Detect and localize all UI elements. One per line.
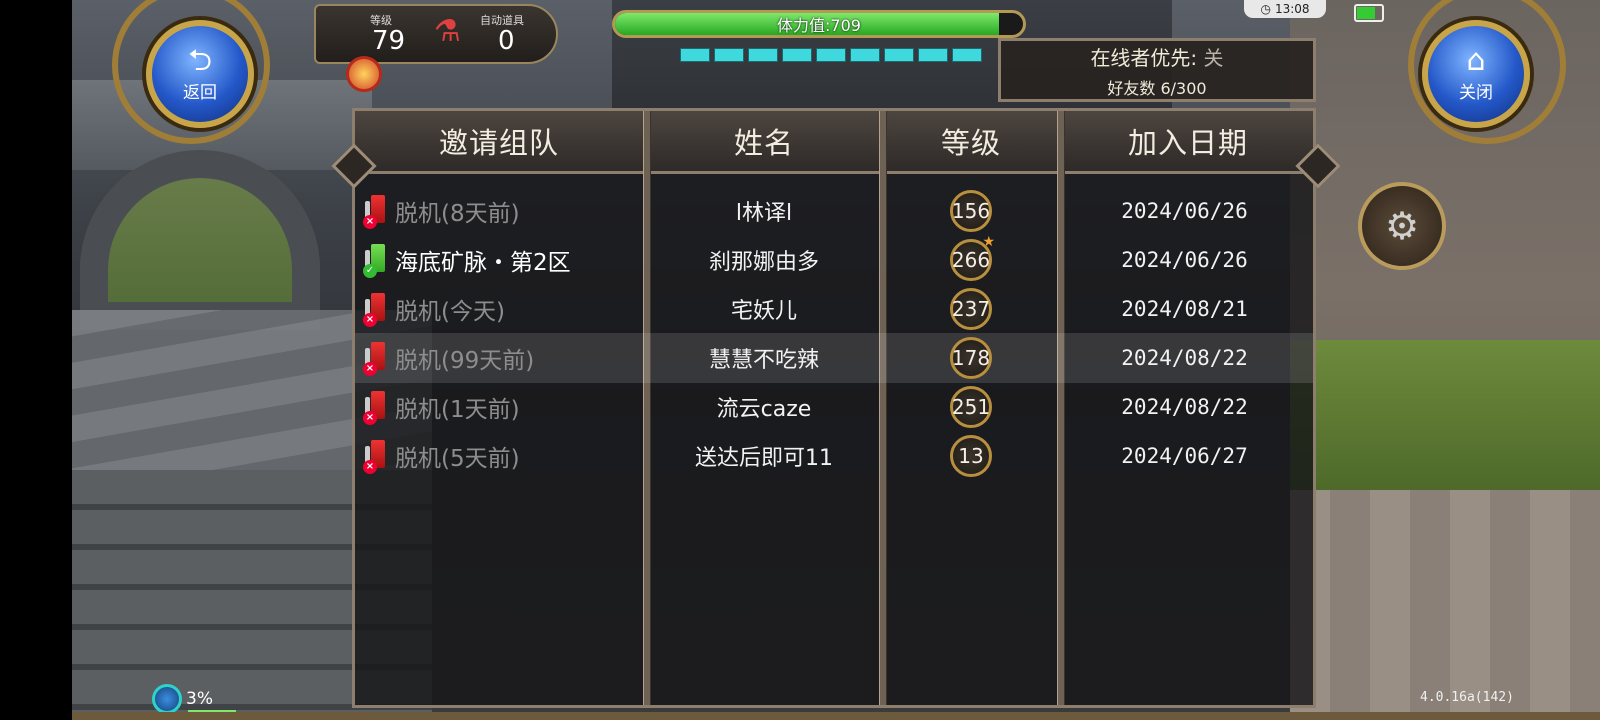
scene-archway <box>80 150 320 330</box>
level-panel: 等级 79 ⚗ 自动道具 0 <box>314 4 558 64</box>
scene-ledge <box>1290 490 1600 720</box>
table-row[interactable]: × 脱机(1天前) 流云caze 251 2024/08/22 <box>355 382 1313 432</box>
battery-icon <box>1354 4 1384 22</box>
row-join-date: 2024/06/27 <box>1121 444 1248 468</box>
row-status-cell[interactable]: × 脱机(今天) <box>363 284 643 334</box>
friend-count: 好友数 6/300 <box>1107 78 1207 98</box>
offline-phone-icon: × <box>363 389 391 425</box>
header-name[interactable]: 姓名 <box>649 111 879 171</box>
row-name[interactable]: 流云caze <box>650 382 878 432</box>
potion-icon: ⚗ <box>434 14 461 49</box>
row-status-cell[interactable]: × 脱机(99天前) <box>363 333 643 383</box>
row-status-cell[interactable]: × 脱机(5天前) <box>363 431 643 481</box>
version-text: 4.0.16a(142) <box>1420 690 1514 705</box>
level-badge: 251 <box>950 386 992 428</box>
network-icon <box>152 684 182 714</box>
row-status-text: 脱机(1天前) <box>395 397 520 423</box>
row-level: 178 <box>951 346 991 370</box>
online-priority-toggle[interactable]: 在线者优先: 关 <box>1090 42 1223 71</box>
energy-segment-bar <box>680 48 982 62</box>
friend-list-dialog: 邀请组队 姓名 等级 加入日期 × 脱机(8天前) l林译l 156 2024/06/2… <box>352 108 1316 708</box>
star-icon: ★ <box>982 234 995 250</box>
level-badge: 13 <box>950 435 992 477</box>
header-invite-party[interactable]: 邀请组队 <box>355 111 643 171</box>
row-status-text: 脱机(8天前) <box>395 201 520 227</box>
network-percent: 3% <box>186 689 213 709</box>
row-join-date: 2024/08/22 <box>1121 395 1248 419</box>
offline-phone-icon: × <box>363 340 391 376</box>
clock-text: 13:08 <box>1274 2 1310 16</box>
online-priority-label: 在线者优先: <box>1090 45 1198 70</box>
stamina-bar: 体力值:709 <box>612 10 1026 38</box>
return-arrow-icon: ⮌ <box>187 42 213 78</box>
row-join-date: 2024/08/21 <box>1121 297 1248 321</box>
level-badge: 266 ★ <box>950 234 995 281</box>
stamina-text: 体力值:709 <box>777 16 861 35</box>
row-level-cell: 178 <box>886 333 1056 383</box>
medal-icon[interactable] <box>346 56 382 92</box>
online-priority-panel[interactable]: 在线者优先: 关 好友数 6/300 <box>998 38 1316 102</box>
row-level: 156 <box>951 199 991 223</box>
settings-button[interactable]: ⚙ <box>1358 182 1446 270</box>
bottom-border <box>72 712 1600 720</box>
row-join-date: 2024/08/22 <box>1121 346 1248 370</box>
header-level[interactable]: 等级 <box>885 111 1057 171</box>
table-header: 邀请组队 姓名 等级 加入日期 <box>355 111 1313 174</box>
row-level-cell: 237 <box>886 284 1056 334</box>
row-join-date: 2024/06/26 <box>1121 199 1248 223</box>
row-status-text: 海底矿脉・第2区 <box>395 250 571 276</box>
row-join-date: 2024/06/26 <box>1121 248 1248 272</box>
row-level: 266 <box>951 248 991 272</box>
level-badge: 156 <box>950 190 992 232</box>
clock: ◷ 13:08 <box>1244 0 1326 18</box>
row-status-cell[interactable]: × 脱机(1天前) <box>363 382 643 432</box>
row-name[interactable]: l林译l <box>650 186 878 236</box>
clock-icon: ◷ <box>1260 2 1271 16</box>
close-button[interactable]: ⌂ 关闭 <box>1422 20 1530 128</box>
row-status-cell[interactable]: × 脱机(8天前) <box>363 186 643 236</box>
online-priority-value: 关 <box>1203 45 1224 70</box>
row-level-cell: 251 <box>886 382 1056 432</box>
row-name[interactable]: 宅妖儿 <box>650 284 878 334</box>
row-name[interactable]: 慧慧不吃辣 <box>650 333 878 383</box>
level-value: 79 <box>372 26 406 56</box>
offline-phone-icon: × <box>363 438 391 474</box>
scene-grass <box>1290 340 1600 490</box>
level-badge: 237 <box>950 288 992 330</box>
row-name[interactable]: 送达后即可11 <box>650 431 878 481</box>
back-button[interactable]: ⮌ 返回 <box>146 20 254 128</box>
row-level: 237 <box>951 297 991 321</box>
table-row[interactable]: × 脱机(今天) 宅妖儿 237 2024/08/21 <box>355 284 1313 334</box>
table-row[interactable]: × 脱机(99天前) 慧慧不吃辣 178 2024/08/22 <box>355 333 1313 383</box>
row-status-cell[interactable]: ✓ 海底矿脉・第2区 <box>363 235 643 285</box>
row-status-text: 脱机(5天前) <box>395 446 520 472</box>
offline-phone-icon: × <box>363 193 391 229</box>
row-level-cell: 13 <box>886 431 1056 481</box>
header-join-date[interactable]: 加入日期 <box>1063 111 1313 171</box>
row-status-text: 脱机(99天前) <box>395 348 535 374</box>
row-level-cell: 156 <box>886 186 1056 236</box>
close-button-label: 关闭 <box>1459 82 1493 103</box>
row-level-cell: 266 ★ <box>886 234 1056 285</box>
row-level: 251 <box>951 395 991 419</box>
level-badge: 178 <box>950 337 992 379</box>
table-row[interactable]: × 脱机(8天前) l林译l 156 2024/06/26 <box>355 186 1313 236</box>
row-name[interactable]: 刹那娜由多 <box>650 235 878 285</box>
row-status-text: 脱机(今天) <box>395 299 505 325</box>
row-level: 13 <box>958 444 984 468</box>
gear-icon: ⚙ <box>1384 204 1420 248</box>
offline-phone-icon: × <box>363 291 391 327</box>
online-phone-icon: ✓ <box>363 242 391 278</box>
table-row[interactable]: × 脱机(5天前) 送达后即可11 13 2024/06/27 <box>355 431 1313 481</box>
auto-item-value: 0 <box>498 26 515 56</box>
table-row[interactable]: ✓ 海底矿脉・第2区 刹那娜由多 266 ★ 2024/06/26 <box>355 234 1313 285</box>
back-button-label: 返回 <box>183 82 217 103</box>
home-icon: ⌂ <box>1466 42 1486 78</box>
